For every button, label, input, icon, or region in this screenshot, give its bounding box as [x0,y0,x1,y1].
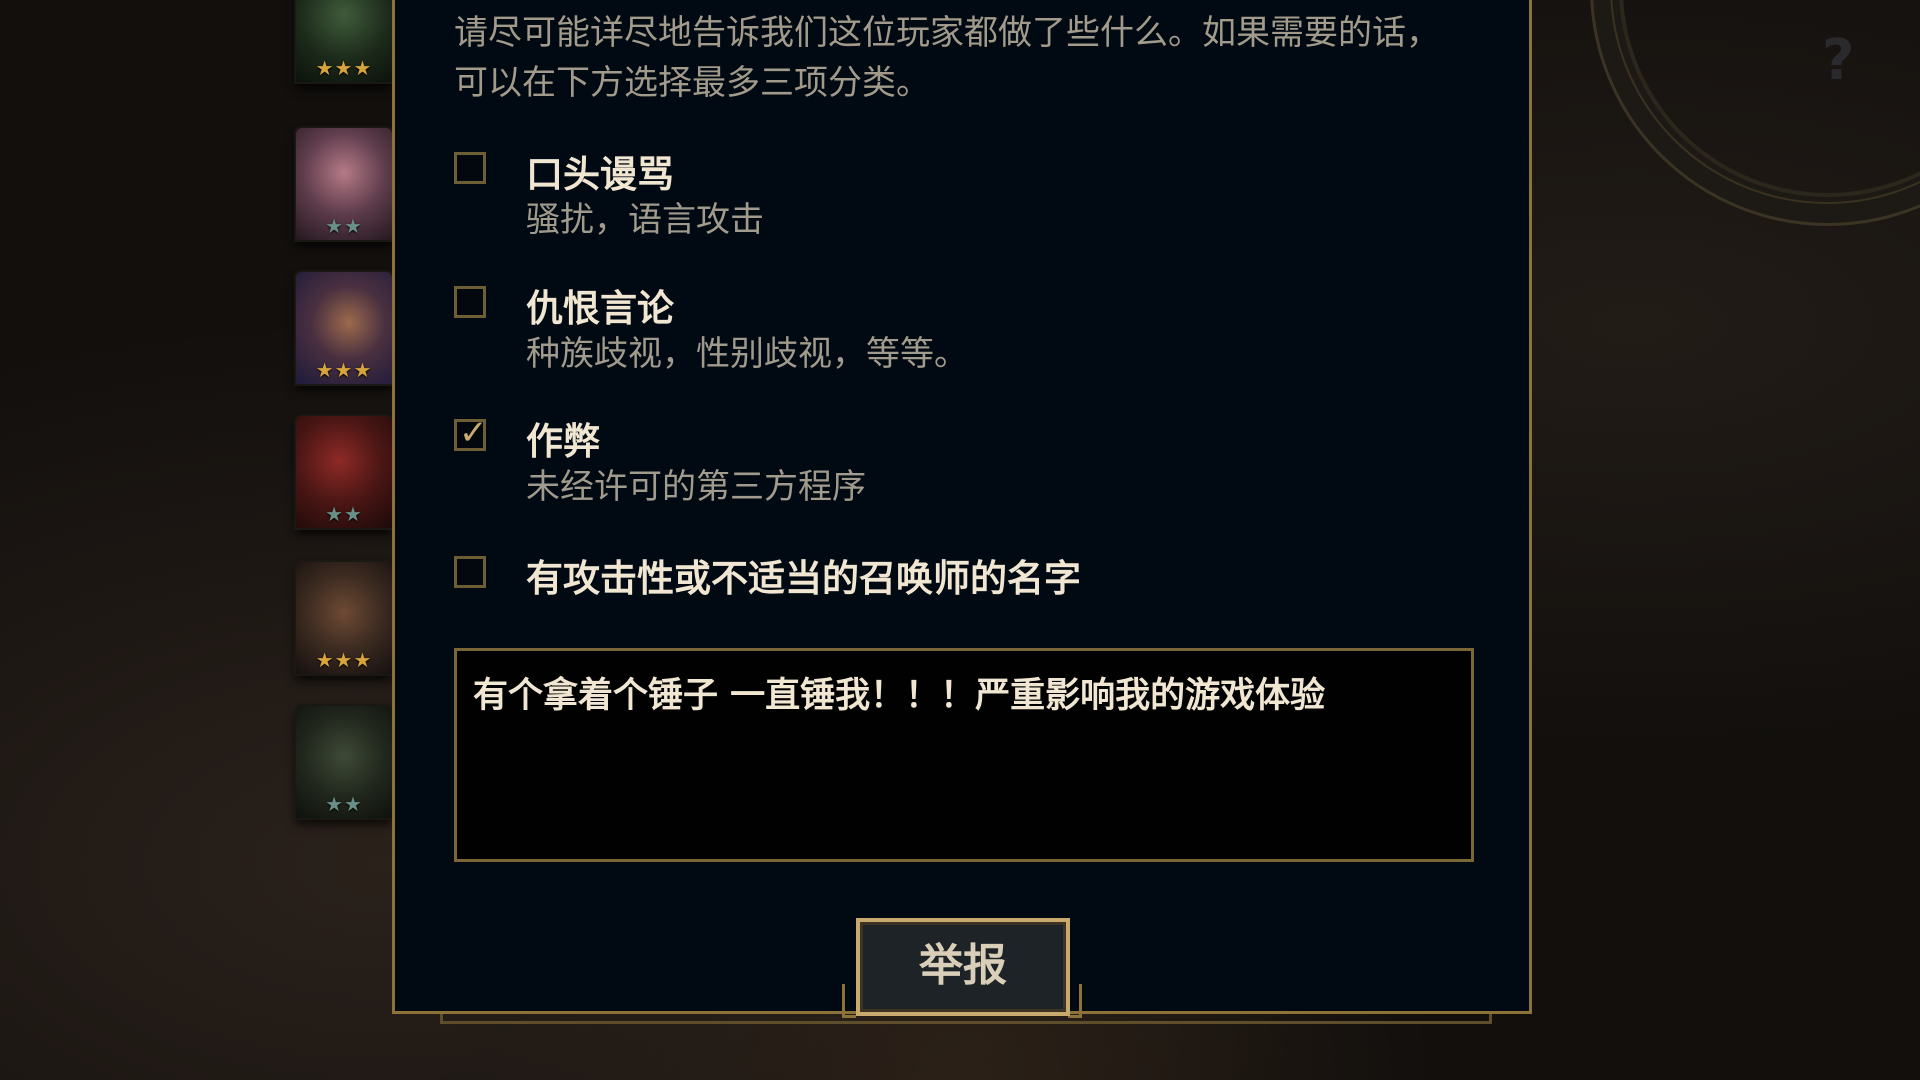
option-description: 未经许可的第三方程序 [526,467,866,507]
champion-portrait[interactable]: ★★★ [296,0,392,82]
option-description: 种族歧视，性别歧视，等等。 [526,334,968,374]
champion-portrait[interactable]: ★★ [296,416,392,528]
checkmark-icon: ✓ [459,413,488,453]
champion-portrait[interactable]: ★★ [296,128,392,240]
report-instructions: 请尽可能详尽地告诉我们这位玩家都做了些什么。如果需要的话，可以在下方选择最多三项… [454,13,1440,103]
option-title: 作弊 [526,420,600,463]
champion-portrait[interactable]: ★★ [296,706,392,818]
star-rating: ★★ [325,214,363,238]
option-title: 有攻击性或不适当的召唤师的名字 [526,557,1081,600]
star-rating: ★★★ [315,648,373,672]
checkbox-verbal-abuse[interactable] [454,152,486,184]
checkbox-hate-speech[interactable] [454,286,486,318]
option-description: 骚扰，语言攻击 [526,200,764,240]
champion-portrait[interactable]: ★★★ [296,562,392,674]
checkbox-offensive-name[interactable] [454,556,486,588]
star-rating: ★★ [325,502,363,526]
help-icon[interactable]: ? [1822,28,1854,93]
decorative-ring-inner [1610,0,1920,204]
player-portrait-list: ★★★ ★★ ★★★ ★★ ★★★ ★★ [296,0,394,1080]
checkbox-cheating[interactable]: ✓ [454,413,488,453]
star-rating: ★★ [325,792,363,816]
star-rating: ★★★ [315,56,373,80]
option-title: 仇恨言论 [526,287,674,330]
report-submit-button[interactable]: 举报 [856,918,1070,1016]
button-frame-left [842,984,856,1018]
button-frame-right [1068,984,1082,1018]
champion-portrait[interactable]: ★★★ [296,272,392,384]
report-comment-textarea[interactable]: 有个拿着个锤子 一直锤我！！！严重影响我的游戏体验 [454,648,1474,862]
report-screen: ? ★★★ ★★ ★★★ ★★ ★★★ ★★ 请尽可能详尽地告诉我们这位玩家都做… [0,0,1920,1080]
option-title: 口头谩骂 [526,153,674,196]
star-rating: ★★★ [315,358,373,382]
